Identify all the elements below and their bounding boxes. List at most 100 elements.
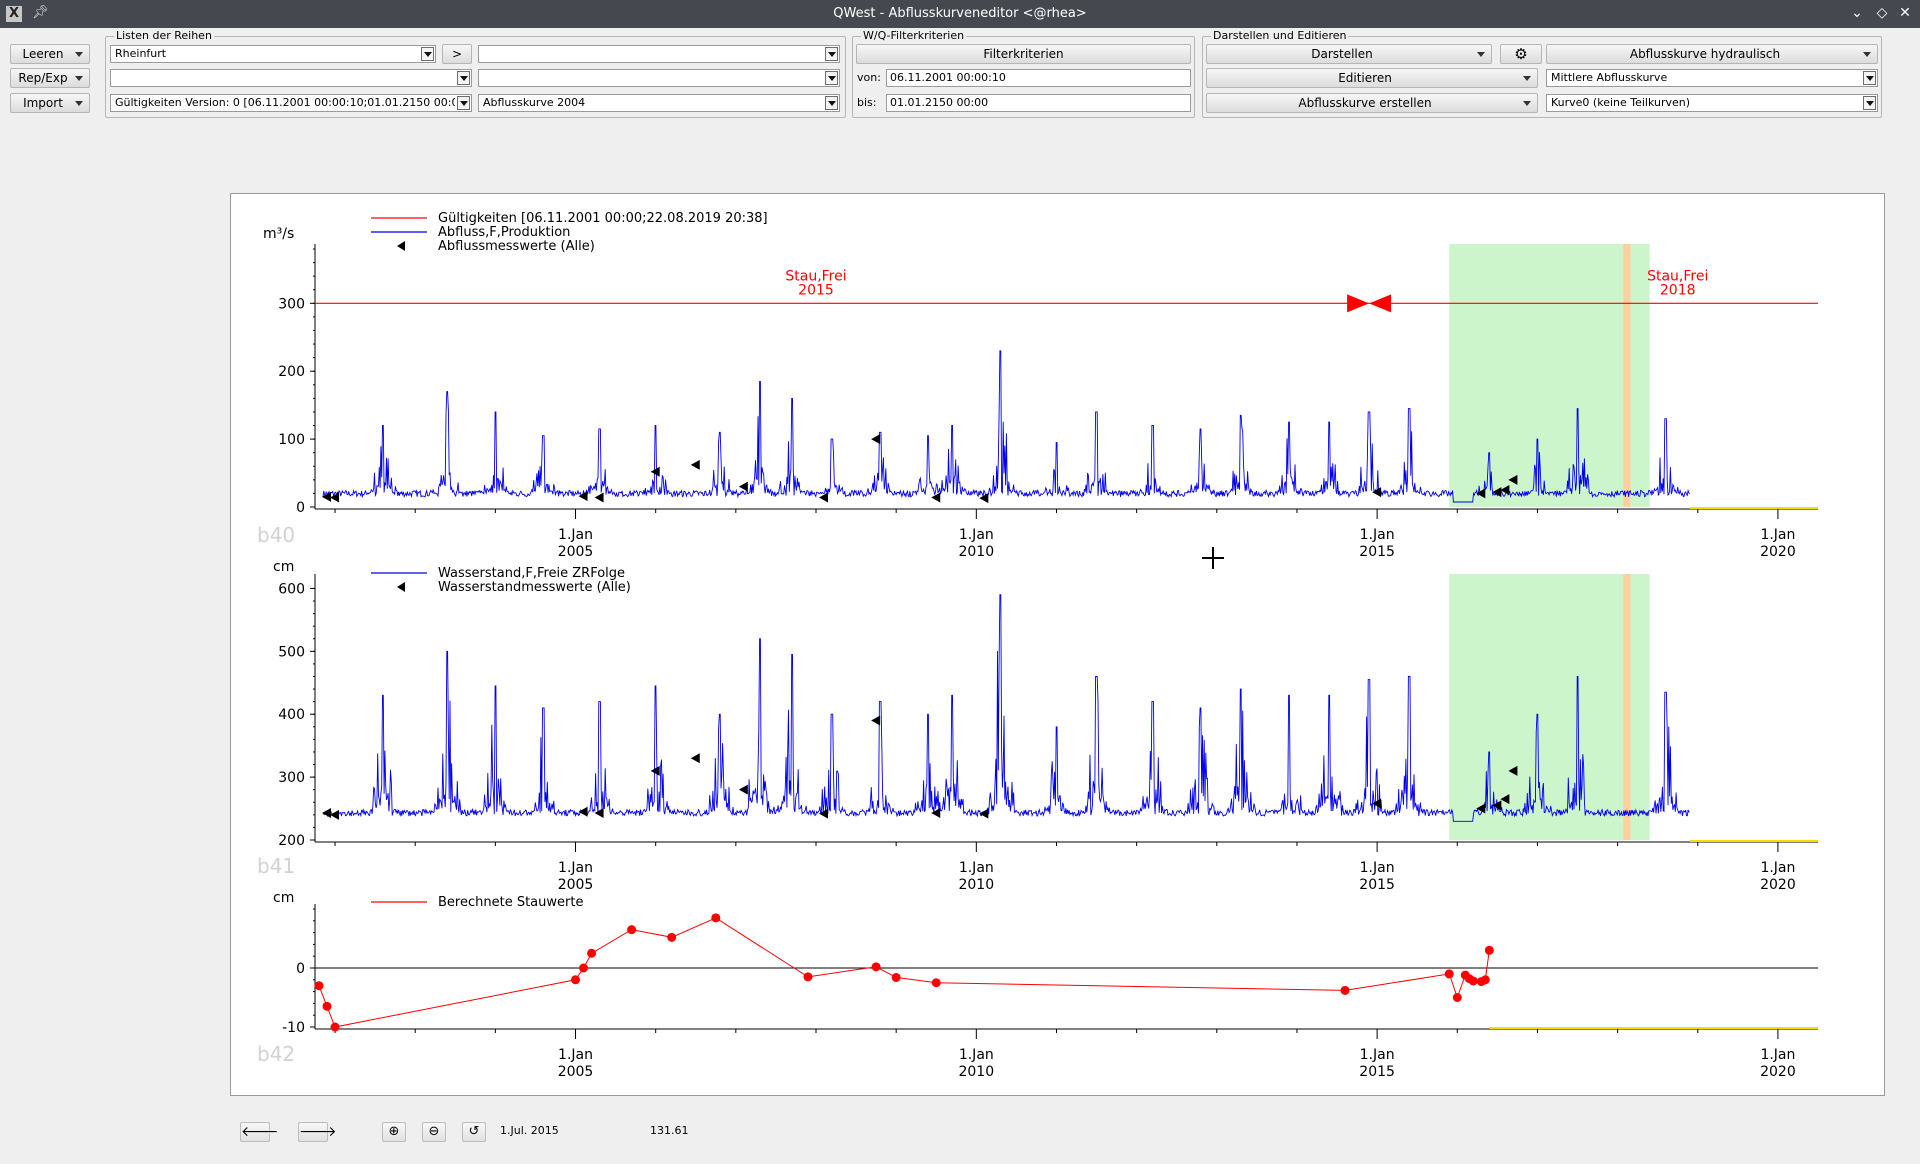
- y-tick-label: 300: [278, 770, 305, 786]
- zoom-in-icon: ⊕: [388, 1124, 400, 1139]
- validity-end-marker: [1369, 294, 1392, 313]
- abflusskurve-select[interactable]: Abflusskurve 2004: [478, 94, 840, 112]
- filter-group-title: W/Q-Filterkriterien: [861, 29, 967, 42]
- cursor-value: 131.61: [650, 1124, 689, 1137]
- panel-id: b42: [257, 1042, 295, 1066]
- cursor-date: 1.Jul. 2015: [500, 1124, 559, 1137]
- x-tick-label: 1.Jan: [1760, 1047, 1795, 1063]
- zoom-out-icon: ⊖: [428, 1124, 440, 1139]
- stau-point: [571, 975, 581, 985]
- kurve0-select[interactable]: Kurve0 (keine Teilkurven): [1546, 94, 1878, 112]
- gear-icon: ⚙: [1514, 45, 1528, 63]
- y-tick-label: 200: [278, 833, 305, 849]
- mittlere-value: Mittlere Abflusskurve: [1551, 71, 1668, 84]
- close-icon[interactable]: ✕: [1896, 4, 1914, 22]
- legend-label: Abflussmesswerte (Alle): [438, 239, 595, 254]
- gueltigkeiten-value: Gültigkeiten Version: 0 [06.11.2001 00:0…: [115, 96, 455, 109]
- chevron-down-icon: [421, 47, 434, 61]
- chart-panel[interactable]: 1.Jan 2005 1.Jan 2010 1.Jan 2015 1.Jan 2020 0 100…: [230, 193, 1885, 1096]
- stau-point: [330, 1022, 340, 1032]
- title-bar: X 📌︎ QWest - Abflusskurveneditor <@rhea>…: [0, 0, 1920, 28]
- measurement-marker: [931, 807, 941, 818]
- chevron-down-icon: [1477, 52, 1485, 57]
- maximize-icon[interactable]: ◇: [1873, 4, 1891, 22]
- measurement-marker: [979, 808, 989, 819]
- chevron-down-icon: [825, 96, 838, 110]
- measurement-marker: [819, 492, 829, 503]
- x-tick-label: 2005: [558, 1064, 594, 1080]
- filterkriterien-button[interactable]: Filterkriterien: [856, 44, 1191, 64]
- leeren-button[interactable]: Leeren: [10, 44, 90, 64]
- chevron-down-icon: [1523, 101, 1531, 106]
- von-input[interactable]: 06.11.2001 00:00:10: [886, 69, 1191, 87]
- bis-input[interactable]: 01.01.2150 00:00: [886, 94, 1191, 112]
- editieren-button[interactable]: Editieren: [1206, 68, 1538, 88]
- x-tick-label: 2015: [1359, 1064, 1395, 1080]
- measurement-marker: [594, 492, 604, 503]
- kurve0-value: Kurve0 (keine Teilkurven): [1551, 96, 1691, 109]
- panel-id: b41: [257, 854, 295, 878]
- x-tick-label: 1.Jan: [1360, 527, 1395, 543]
- stau-point: [314, 981, 324, 991]
- back-button[interactable]: 🡐︎: [240, 1122, 279, 1142]
- window-title: QWest - Abflusskurveneditor <@rhea>: [833, 6, 1087, 21]
- rep-exp-button[interactable]: Rep/Exp: [10, 68, 90, 88]
- measurement-marker: [650, 765, 660, 776]
- x-tick-label: 2010: [958, 544, 994, 560]
- stau-point: [579, 963, 589, 973]
- measurement-marker: [690, 753, 700, 764]
- reihe1-select[interactable]: Rheinfurt: [110, 45, 436, 63]
- measurement-marker: [578, 806, 588, 817]
- darstellen-button[interactable]: Darstellen: [1206, 44, 1492, 64]
- erstellen-button[interactable]: Abflusskurve erstellen: [1206, 93, 1538, 113]
- legend-marker: [397, 582, 405, 592]
- y-tick-label: 500: [278, 644, 305, 660]
- darstellen-group-title: Darstellen und Editieren: [1211, 29, 1349, 42]
- stau-point: [667, 932, 677, 942]
- legend-marker: [397, 241, 405, 251]
- x-tick-label: 1.Jan: [959, 1047, 994, 1063]
- stau-point: [1340, 985, 1350, 995]
- leeren-label: Leeren: [22, 47, 64, 61]
- measurement-marker: [322, 807, 332, 818]
- stau-point: [322, 1001, 332, 1011]
- reset-zoom-button[interactable]: ↺: [462, 1122, 486, 1142]
- forward-label: >: [451, 47, 463, 61]
- zoom-in-button[interactable]: ⊕: [382, 1122, 406, 1142]
- reihe3-select[interactable]: [110, 69, 472, 87]
- chevron-down-icon: [75, 52, 83, 57]
- chart-svg[interactable]: 1.Jan20051.Jan20101.Jan20151.Jan20200100…: [231, 194, 1886, 1097]
- mittlere-select[interactable]: Mittlere Abflusskurve: [1546, 69, 1878, 87]
- x-tick-label: 1.Jan: [558, 1047, 593, 1063]
- highlight-region: [1449, 244, 1650, 507]
- chevron-down-icon: [1523, 76, 1531, 81]
- measurement-marker: [871, 715, 881, 726]
- y-tick-label: 400: [278, 707, 305, 723]
- stau-point: [931, 978, 941, 988]
- chevron-down-icon: [825, 47, 838, 61]
- import-button[interactable]: Import: [10, 93, 90, 113]
- hydraulisch-button[interactable]: Abflusskurve hydraulisch: [1546, 44, 1878, 64]
- zoom-out-button[interactable]: ⊖: [422, 1122, 446, 1142]
- forward-nav-button[interactable]: 🡒︎: [298, 1122, 337, 1142]
- forward-button[interactable]: >: [442, 44, 472, 64]
- hydraulisch-label: Abflusskurve hydraulisch: [1629, 47, 1781, 61]
- x-tick-label: 2015: [1359, 877, 1395, 893]
- stau-point: [891, 972, 901, 982]
- reihe4-select[interactable]: [478, 69, 840, 87]
- reihe2-select[interactable]: [478, 45, 840, 63]
- editieren-label: Editieren: [1338, 71, 1392, 85]
- settings-button[interactable]: ⚙: [1500, 44, 1542, 64]
- minimize-icon[interactable]: ⌄: [1848, 4, 1866, 22]
- measurement-marker: [979, 493, 989, 504]
- chevron-down-icon: [825, 71, 838, 85]
- x-tick-label: 2015: [1359, 544, 1395, 560]
- legend-label: Wasserstandmesswerte (Alle): [438, 580, 631, 595]
- x-tick-label: 2010: [958, 1064, 994, 1080]
- y-tick-label: 0: [296, 961, 305, 977]
- gueltigkeiten-select[interactable]: Gültigkeiten Version: 0 [06.11.2001 00:0…: [110, 94, 472, 112]
- crosshair-cursor-icon: [1202, 547, 1224, 569]
- stau-point: [627, 925, 637, 935]
- stau-point: [1484, 945, 1494, 955]
- chevron-down-icon: [75, 76, 83, 81]
